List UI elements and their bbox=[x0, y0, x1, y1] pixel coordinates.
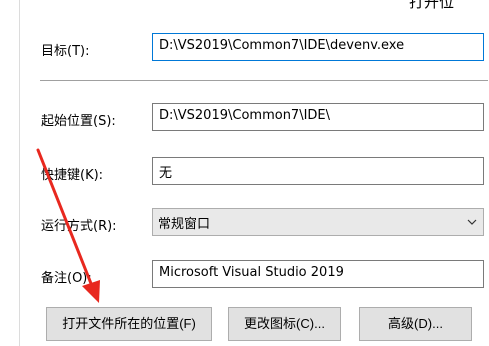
run-label: 运行方式(R): bbox=[41, 219, 117, 234]
run-select-value: 常规窗口 bbox=[158, 217, 211, 232]
shortcut-key-label: 快捷键(K): bbox=[41, 168, 104, 183]
run-select[interactable]: 常规窗口 bbox=[152, 208, 484, 236]
target-field[interactable]: D:\VS2019\Common7\IDE\devenv.exe bbox=[152, 33, 484, 61]
start-in-label: 起始位置(S): bbox=[41, 114, 116, 129]
separator-line bbox=[40, 80, 488, 81]
open-file-location-button[interactable]: 打开文件所在的位置(F) bbox=[46, 307, 212, 341]
start-in-field[interactable]: D:\VS2019\Common7\IDE\ bbox=[152, 103, 484, 131]
advanced-button[interactable]: 高级(D)... bbox=[359, 307, 472, 341]
comment-field[interactable]: Microsoft Visual Studio 2019 bbox=[152, 260, 484, 288]
change-icon-button[interactable]: 更改图标(C)... bbox=[228, 307, 341, 341]
chevron-down-icon bbox=[467, 219, 477, 225]
dialog-left-border bbox=[19, 0, 20, 346]
comment-label: 备注(O): bbox=[41, 271, 92, 286]
target-label: 目标(T): bbox=[41, 44, 90, 59]
shortcut-key-field[interactable]: 无 bbox=[152, 157, 484, 185]
partial-header-text: 打开位 bbox=[409, 0, 455, 11]
